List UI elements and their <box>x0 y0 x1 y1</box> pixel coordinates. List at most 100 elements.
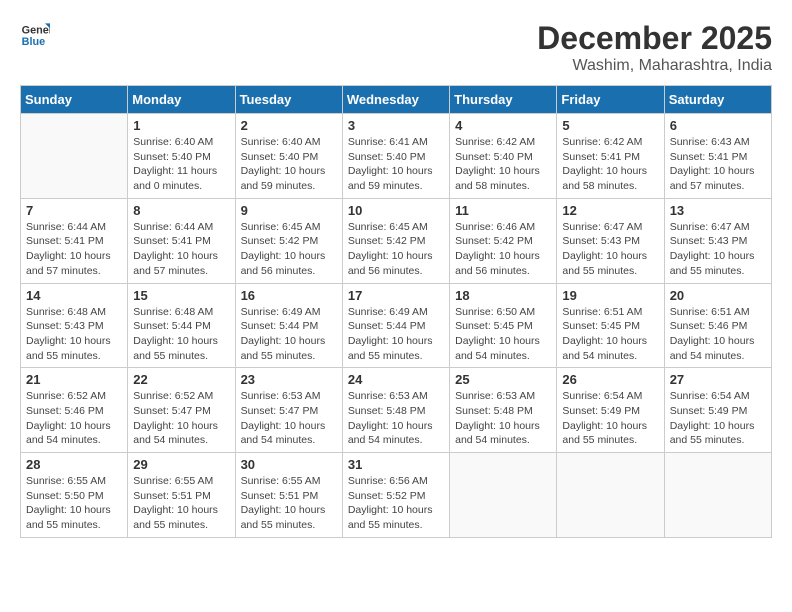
day-number: 30 <box>241 457 337 472</box>
table-row: 13 Sunrise: 6:47 AM Sunset: 5:43 PM Dayli… <box>664 198 771 283</box>
day-info: Sunrise: 6:47 AM Sunset: 5:43 PM Dayligh… <box>670 220 766 279</box>
day-info: Sunrise: 6:53 AM Sunset: 5:48 PM Dayligh… <box>455 389 551 448</box>
day-info: Sunrise: 6:49 AM Sunset: 5:44 PM Dayligh… <box>348 305 444 364</box>
calendar-week-row: 28 Sunrise: 6:55 AM Sunset: 5:50 PM Dayli… <box>21 453 772 538</box>
table-row <box>664 453 771 538</box>
table-row: 15Sunrise: 6:48 AM Sunset: 5:44 PM Dayli… <box>128 283 235 368</box>
table-row: 17 Sunrise: 6:49 AM Sunset: 5:44 PM Dayli… <box>342 283 449 368</box>
day-number: 5 <box>562 118 658 133</box>
header-friday: Friday <box>557 86 664 114</box>
header-monday: Monday <box>128 86 235 114</box>
table-row: 26 Sunrise: 6:54 AM Sunset: 5:49 PM Dayli… <box>557 368 664 453</box>
table-row: 19 Sunrise: 6:51 AM Sunset: 5:45 PM Dayli… <box>557 283 664 368</box>
day-info: Sunrise: 6:43 AM Sunset: 5:41 PM Dayligh… <box>670 135 766 194</box>
table-row <box>450 453 557 538</box>
table-row: 10Sunrise: 6:45 AM Sunset: 5:42 PM Dayli… <box>342 198 449 283</box>
calendar-week-row: 1 Sunrise: 6:40 AM Sunset: 5:40 PM Daylig… <box>21 114 772 199</box>
page-header: General Blue General Blue December 2025 … <box>20 20 772 75</box>
header-sunday: Sunday <box>21 86 128 114</box>
day-number: 24 <box>348 372 444 387</box>
day-number: 16 <box>241 288 337 303</box>
day-number: 4 <box>455 118 551 133</box>
calendar-week-row: 21 Sunrise: 6:52 AM Sunset: 5:46 PM Dayli… <box>21 368 772 453</box>
table-row: 12 Sunrise: 6:47 AM Sunset: 5:43 PM Dayli… <box>557 198 664 283</box>
header-saturday: Saturday <box>664 86 771 114</box>
table-row: 2 Sunrise: 6:40 AM Sunset: 5:40 PM Daylig… <box>235 114 342 199</box>
table-row <box>557 453 664 538</box>
day-number: 6 <box>670 118 766 133</box>
calendar-table: Sunday Monday Tuesday Wednesday Thursday… <box>20 85 772 538</box>
day-number: 25 <box>455 372 551 387</box>
day-number: 12 <box>562 203 658 218</box>
table-row: 24Sunrise: 6:53 AM Sunset: 5:48 PM Dayli… <box>342 368 449 453</box>
day-info: Sunrise: 6:55 AM Sunset: 5:50 PM Dayligh… <box>26 474 122 533</box>
day-info: Sunrise: 6:50 AM Sunset: 5:45 PM Dayligh… <box>455 305 551 364</box>
day-number: 15 <box>133 288 229 303</box>
day-number: 8 <box>133 203 229 218</box>
day-info: Sunrise: 6:52 AM Sunset: 5:47 PM Dayligh… <box>133 389 229 448</box>
day-number: 28 <box>26 457 122 472</box>
day-number: 11 <box>455 203 551 218</box>
day-info: Sunrise: 6:55 AM Sunset: 5:51 PM Dayligh… <box>241 474 337 533</box>
table-row: 16 Sunrise: 6:49 AM Sunset: 5:44 PM Dayli… <box>235 283 342 368</box>
day-number: 3 <box>348 118 444 133</box>
table-row: 3 Sunrise: 6:41 AM Sunset: 5:40 PM Daylig… <box>342 114 449 199</box>
day-info: Sunrise: 6:48 AM Sunset: 5:43 PM Dayligh… <box>26 305 122 364</box>
day-number: 31 <box>348 457 444 472</box>
day-info: Sunrise: 6:47 AM Sunset: 5:43 PM Dayligh… <box>562 220 658 279</box>
calendar-week-row: 14 Sunrise: 6:48 AM Sunset: 5:43 PM Dayli… <box>21 283 772 368</box>
header-wednesday: Wednesday <box>342 86 449 114</box>
month-year-title: December 2025 <box>537 20 772 57</box>
day-number: 21 <box>26 372 122 387</box>
day-info: Sunrise: 6:51 AM Sunset: 5:45 PM Dayligh… <box>562 305 658 364</box>
day-number: 17 <box>348 288 444 303</box>
table-row: 30 Sunrise: 6:55 AM Sunset: 5:51 PM Dayli… <box>235 453 342 538</box>
day-number: 14 <box>26 288 122 303</box>
day-info: Sunrise: 6:41 AM Sunset: 5:40 PM Dayligh… <box>348 135 444 194</box>
day-number: 19 <box>562 288 658 303</box>
logo: General Blue General Blue <box>20 20 50 50</box>
day-info: Sunrise: 6:45 AM Sunset: 5:42 PM Dayligh… <box>348 220 444 279</box>
day-number: 2 <box>241 118 337 133</box>
table-row: 5 Sunrise: 6:42 AM Sunset: 5:41 PM Daylig… <box>557 114 664 199</box>
table-row <box>21 114 128 199</box>
table-row: 9Sunrise: 6:45 AM Sunset: 5:42 PM Daylig… <box>235 198 342 283</box>
table-row: 4Sunrise: 6:42 AM Sunset: 5:40 PM Daylig… <box>450 114 557 199</box>
day-info: Sunrise: 6:40 AM Sunset: 5:40 PM Dayligh… <box>133 135 229 194</box>
table-row: 20 Sunrise: 6:51 AM Sunset: 5:46 PM Dayli… <box>664 283 771 368</box>
day-info: Sunrise: 6:54 AM Sunset: 5:49 PM Dayligh… <box>562 389 658 448</box>
table-row: 14 Sunrise: 6:48 AM Sunset: 5:43 PM Dayli… <box>21 283 128 368</box>
day-info: Sunrise: 6:46 AM Sunset: 5:42 PM Dayligh… <box>455 220 551 279</box>
title-block: December 2025 Washim, Maharashtra, India <box>537 20 772 75</box>
day-number: 13 <box>670 203 766 218</box>
day-info: Sunrise: 6:42 AM Sunset: 5:41 PM Dayligh… <box>562 135 658 194</box>
table-row: 29Sunrise: 6:55 AM Sunset: 5:51 PM Dayli… <box>128 453 235 538</box>
day-number: 22 <box>133 372 229 387</box>
day-info: Sunrise: 6:52 AM Sunset: 5:46 PM Dayligh… <box>26 389 122 448</box>
calendar-week-row: 7Sunrise: 6:44 AM Sunset: 5:41 PM Daylig… <box>21 198 772 283</box>
day-info: Sunrise: 6:40 AM Sunset: 5:40 PM Dayligh… <box>241 135 337 194</box>
day-info: Sunrise: 6:54 AM Sunset: 5:49 PM Dayligh… <box>670 389 766 448</box>
day-info: Sunrise: 6:44 AM Sunset: 5:41 PM Dayligh… <box>26 220 122 279</box>
day-number: 18 <box>455 288 551 303</box>
day-number: 9 <box>241 203 337 218</box>
day-info: Sunrise: 6:56 AM Sunset: 5:52 PM Dayligh… <box>348 474 444 533</box>
svg-text:General: General <box>22 24 50 36</box>
day-number: 27 <box>670 372 766 387</box>
day-number: 23 <box>241 372 337 387</box>
day-number: 26 <box>562 372 658 387</box>
day-info: Sunrise: 6:53 AM Sunset: 5:47 PM Dayligh… <box>241 389 337 448</box>
day-number: 1 <box>133 118 229 133</box>
day-info: Sunrise: 6:49 AM Sunset: 5:44 PM Dayligh… <box>241 305 337 364</box>
day-info: Sunrise: 6:44 AM Sunset: 5:41 PM Dayligh… <box>133 220 229 279</box>
table-row: 27 Sunrise: 6:54 AM Sunset: 5:49 PM Dayli… <box>664 368 771 453</box>
day-info: Sunrise: 6:55 AM Sunset: 5:51 PM Dayligh… <box>133 474 229 533</box>
weekday-header-row: Sunday Monday Tuesday Wednesday Thursday… <box>21 86 772 114</box>
logo-icon: General Blue <box>20 20 50 50</box>
header-thursday: Thursday <box>450 86 557 114</box>
table-row: 22 Sunrise: 6:52 AM Sunset: 5:47 PM Dayli… <box>128 368 235 453</box>
table-row: 8 Sunrise: 6:44 AM Sunset: 5:41 PM Daylig… <box>128 198 235 283</box>
day-info: Sunrise: 6:51 AM Sunset: 5:46 PM Dayligh… <box>670 305 766 364</box>
table-row: 25 Sunrise: 6:53 AM Sunset: 5:48 PM Dayli… <box>450 368 557 453</box>
day-number: 20 <box>670 288 766 303</box>
